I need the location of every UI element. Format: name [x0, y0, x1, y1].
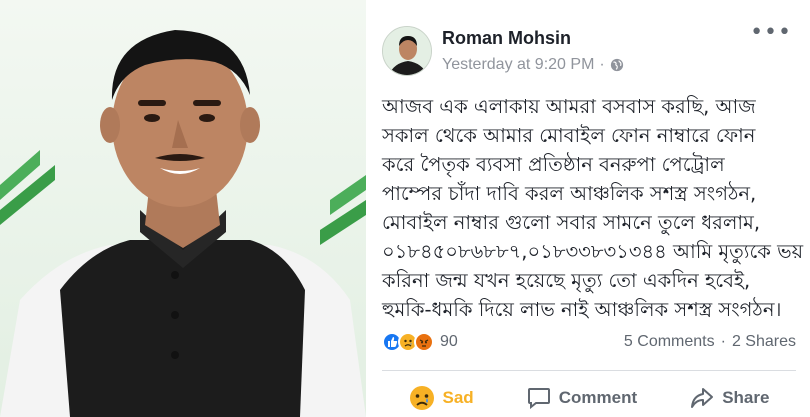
reaction-button-label: Sad	[442, 388, 474, 407]
reaction-summary[interactable]: 90	[382, 332, 458, 352]
man-portrait-image	[0, 0, 366, 417]
post-text-line: হুমকি-ধমকি দিয়ে লাভ নাই আঞ্চলিক সশস্ত্র…	[382, 298, 782, 321]
post-text-line: করিনা জন্ম যখন হয়েছে মৃত্যু তো একদিন হব…	[382, 269, 751, 292]
engagement-counts: 5 Comments · 2 Shares	[624, 333, 796, 351]
post-text-line: মোবাইল নাম্বার গুলো সবার সামনে তুলে ধরলা…	[382, 211, 761, 234]
angry-icon	[414, 332, 434, 352]
post-body: আজব এক এলাকায় আমরা বসবাস করছি, আজ সকাল …	[382, 92, 806, 324]
post-text-line: পাম্পের চাঁদা দাবি করল আঞ্চলিক সশস্ত্র স…	[382, 182, 757, 205]
author-name[interactable]: Roman Mohsin	[442, 28, 571, 49]
post-meta: Yesterday at 9:20 PM ·	[442, 56, 624, 74]
reaction-button[interactable]: Sad	[409, 385, 474, 411]
avatar-image	[383, 27, 431, 75]
comment-button-label: Comment	[558, 388, 638, 407]
share-icon	[691, 388, 714, 408]
author-avatar[interactable]	[382, 26, 432, 76]
post-header: Roman Mohsin Yesterday at 9:20 PM · •••	[382, 22, 796, 82]
post-text-line: ০১৮৪৫০৮৬৮৮৭,০১৮৩৩৮৩১৩৪৪ আমি মৃত্যুকে ভয়	[382, 240, 804, 263]
actions-divider	[382, 370, 796, 371]
comments-count-link[interactable]: 5 Comments	[624, 333, 715, 351]
share-button-label: Share	[722, 388, 770, 407]
post-text-line: সকাল থেকে আমার মোবাইল ফোন নাম্বারে ফোন	[382, 124, 756, 147]
shares-count-link[interactable]: 2 Shares	[732, 333, 796, 351]
post-text-line: আজব এক এলাকায় আমরা বসবাস করছি, আজ	[382, 95, 756, 118]
share-button[interactable]: Share	[690, 387, 769, 409]
post-timestamp[interactable]: Yesterday at 9:20 PM	[442, 56, 594, 74]
post-actions: Sad Comment Share	[382, 380, 796, 416]
reactions-bar: 90 5 Comments · 2 Shares	[382, 328, 796, 356]
globe-icon[interactable]	[610, 58, 624, 72]
comment-icon	[527, 388, 550, 409]
engagement-separator: ·	[720, 333, 726, 350]
profile-photo	[0, 0, 366, 417]
facebook-post: Roman Mohsin Yesterday at 9:20 PM · ••• …	[366, 0, 810, 417]
post-text-line: করে পৈতৃক ব্যবসা প্রতিষ্ঠান বনরুপা পেট্র…	[382, 153, 725, 176]
sad-reaction-icon	[409, 386, 434, 410]
meta-separator: ·	[599, 56, 605, 73]
reaction-count[interactable]: 90	[440, 333, 458, 351]
more-options-button[interactable]: •••	[750, 22, 792, 44]
comment-button[interactable]: Comment	[527, 387, 637, 409]
